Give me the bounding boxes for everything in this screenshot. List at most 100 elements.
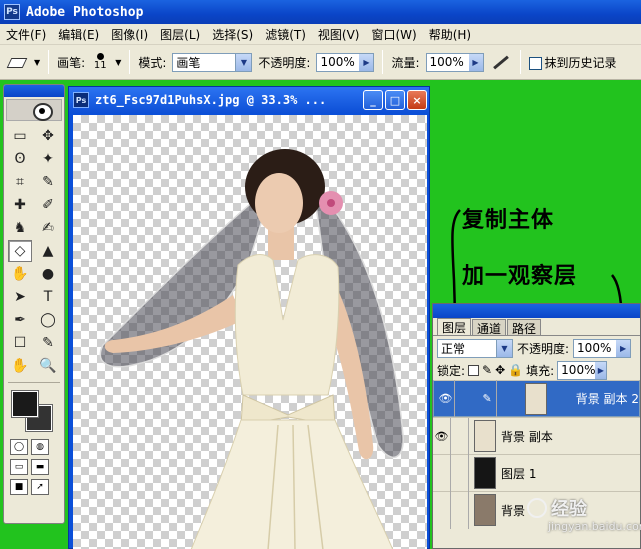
layer-opacity-arrow-icon[interactable]: ▶ <box>616 339 631 357</box>
layer-row-background-copy[interactable]: 👁 背景 副本 <box>433 417 640 455</box>
layers-palette-title-bar[interactable] <box>433 304 640 318</box>
visibility-slot[interactable] <box>433 491 451 529</box>
fill-label: 填充: <box>526 363 555 378</box>
close-button[interactable]: × <box>407 90 427 110</box>
smudge-tool-icon[interactable]: ✋ <box>8 263 32 285</box>
image-canvas[interactable] <box>73 115 427 549</box>
eraser-tool-icon[interactable]: ◇ <box>8 240 32 262</box>
clone-stamp-tool-icon[interactable]: ♞ <box>8 217 32 239</box>
menu-file[interactable]: 文件(F) <box>0 26 52 43</box>
minimize-button[interactable]: _ <box>363 90 383 110</box>
tab-channels[interactable]: 通道 <box>472 319 507 336</box>
menu-view[interactable]: 视图(V) <box>312 26 366 43</box>
watermark: 经验 <box>527 495 587 521</box>
healing-brush-tool-icon[interactable]: ✚ <box>8 194 32 216</box>
tool-preset-dropdown-icon[interactable]: ▼ <box>34 58 40 67</box>
brush-tool-icon[interactable]: ✐ <box>36 194 60 216</box>
photoshop-eye-logo-icon[interactable] <box>6 99 62 121</box>
toolbox-separator <box>8 382 60 383</box>
full-screen-mode-icon[interactable]: ■ <box>10 479 28 495</box>
lock-transparency-icon[interactable] <box>468 364 480 376</box>
lasso-tool-icon[interactable]: ʘ <box>8 148 32 170</box>
eraser-tool-preset-icon[interactable] <box>6 53 28 71</box>
marquee-tool-icon[interactable]: ▭ <box>8 125 32 147</box>
tab-layers[interactable]: 图层 <box>437 318 472 335</box>
lock-label: 锁定: <box>437 363 466 378</box>
lock-image-icon[interactable]: ✎ <box>482 363 492 377</box>
app-title-bar: Ps Adobe Photoshop <box>0 0 641 24</box>
document-title-bar[interactable]: Ps zt6_Fsc97d1PuhsX.jpg @ 33.3% ... _ □ … <box>69 87 429 113</box>
bride-photo <box>99 149 404 549</box>
full-screen-menu-mode-icon[interactable]: ▬ <box>31 459 49 475</box>
standard-mode-icon[interactable]: ◯ <box>10 439 28 455</box>
crop-tool-icon[interactable]: ⌗ <box>8 171 32 193</box>
layer-opacity-label: 不透明度: <box>517 341 570 356</box>
menu-layer[interactable]: 图层(L) <box>154 26 206 43</box>
slice-tool-icon[interactable]: ✎ <box>36 171 60 193</box>
link-slot[interactable] <box>451 454 469 492</box>
layer-thumbnail <box>474 420 496 452</box>
type-tool-icon[interactable]: T <box>36 286 60 308</box>
foreground-color-swatch[interactable] <box>11 390 39 418</box>
standard-screen-mode-icon[interactable]: ▭ <box>10 459 28 475</box>
pen-tool-icon[interactable]: ✒ <box>8 309 32 331</box>
link-slot[interactable] <box>451 491 469 529</box>
eye-icon[interactable]: 👁 <box>437 380 455 417</box>
eyedropper-tool-icon[interactable]: ✎ <box>36 332 60 354</box>
dodge-tool-icon[interactable]: ● <box>36 263 60 285</box>
lock-position-icon[interactable]: ✥ <box>495 363 505 377</box>
path-selection-tool-icon[interactable]: ➤ <box>8 286 32 308</box>
menu-select[interactable]: 选择(S) <box>206 26 259 43</box>
visibility-slot[interactable] <box>433 454 451 492</box>
menu-window[interactable]: 窗口(W) <box>365 26 422 43</box>
opacity-label: 不透明度: <box>258 55 311 70</box>
menu-help[interactable]: 帮助(H) <box>423 26 477 43</box>
layer-opacity-value: 100% <box>577 341 612 355</box>
tab-paths[interactable]: 路径 <box>507 319 542 336</box>
document-icon: Ps <box>73 92 89 108</box>
magic-wand-tool-icon[interactable]: ✦ <box>36 148 60 170</box>
flow-slider-arrow-icon[interactable]: ▶ <box>468 53 483 71</box>
blend-mode-select[interactable]: 正常 ▼ <box>437 338 513 358</box>
lock-all-icon[interactable]: 🔒 <box>508 363 523 377</box>
brush-preview[interactable]: 11 <box>91 53 109 71</box>
link-slot[interactable] <box>451 417 469 455</box>
layer-opacity-input[interactable]: 100% ▶ <box>573 338 632 358</box>
erase-to-history-option[interactable]: 抹到历史记录 <box>528 54 617 71</box>
menu-image[interactable]: 图像(I) <box>105 26 154 43</box>
airbrush-icon[interactable] <box>490 52 512 72</box>
eye-icon[interactable]: 👁 <box>433 417 451 455</box>
brush-label: 画笔: <box>57 55 86 70</box>
zoom-tool-icon[interactable]: 🔍 <box>36 355 60 377</box>
menu-filter[interactable]: 滤镜(T) <box>259 26 312 43</box>
layer-row-layer-1[interactable]: 图层 1 <box>433 454 640 492</box>
opacity-input[interactable]: 100% ▶ <box>316 52 375 72</box>
erase-to-history-checkbox[interactable] <box>528 56 542 70</box>
brush-dropdown-icon[interactable]: ▼ <box>115 58 121 67</box>
flow-input[interactable]: 100% ▶ <box>425 52 484 72</box>
layer-name: 图层 1 <box>501 466 537 481</box>
paint-bucket-tool-icon[interactable]: ▲ <box>36 240 60 262</box>
quick-mask-mode-icon[interactable]: ◍ <box>31 439 49 455</box>
maximize-button[interactable]: □ <box>385 90 405 110</box>
history-brush-tool-icon[interactable]: ✍ <box>36 217 60 239</box>
opacity-slider-arrow-icon[interactable]: ▶ <box>359 53 374 71</box>
fill-arrow-icon[interactable]: ▶ <box>595 361 607 379</box>
face-shape <box>255 173 303 233</box>
shape-tool-icon[interactable]: ◯ <box>36 309 60 331</box>
fill-input[interactable]: 100% ▶ <box>557 360 608 380</box>
mode-select[interactable]: 画笔 ▼ <box>172 52 253 72</box>
toolbox: ▭ ✥ ʘ ✦ ⌗ ✎ ✚ ✐ ♞ ✍ ◇ ▲ ✋ ● ➤ T ✒ ◯ ☐ ✎ … <box>3 84 65 524</box>
baidu-paw-icon <box>527 498 547 518</box>
flow-value: 100% <box>429 55 464 69</box>
toolbox-title-bar[interactable] <box>4 85 64 97</box>
blend-mode-value: 正常 <box>441 341 466 356</box>
notes-tool-icon[interactable]: ☐ <box>8 332 32 354</box>
layer-thumbnail <box>525 382 548 415</box>
layer-row-background-copy-2[interactable]: 👁 ✎ 背景 副本 2 <box>433 380 640 417</box>
jump-to-imageready-icon[interactable]: ➚ <box>31 479 49 495</box>
hand-tool-icon[interactable]: ✋ <box>8 355 32 377</box>
brush-icon[interactable]: ✎ <box>479 380 497 417</box>
move-tool-icon[interactable]: ✥ <box>36 125 60 147</box>
menu-edit[interactable]: 编辑(E) <box>52 26 105 43</box>
